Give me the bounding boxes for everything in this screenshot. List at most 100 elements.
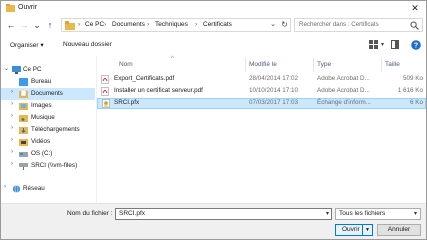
expand-arrow-icon[interactable]: › — [11, 149, 13, 155]
help-icon[interactable]: ? — [411, 40, 421, 50]
sidebar-item-label: Bureau — [31, 78, 52, 85]
organize-button[interactable]: Organiser ▾ — [10, 41, 44, 49]
videos-folder-icon — [19, 139, 28, 146]
file-type: Adobe Acrobat D... — [317, 75, 370, 82]
computer-icon — [12, 66, 21, 74]
file-row[interactable]: Export_Certificats.pdf 28/04/2014 17:02 … — [97, 74, 426, 85]
network-icon — [12, 185, 21, 193]
pdf-file-icon — [101, 75, 109, 84]
sidebar-item-documents[interactable]: › Documents — [1, 88, 95, 100]
search-placeholder: Rechercher dans : Certificats — [299, 21, 379, 28]
file-size: 6 Ko — [410, 99, 423, 106]
breadcrumb-ce-pc[interactable]: Ce PC — [85, 21, 104, 28]
column-headers: ^ Nom Modifié le Type Taille — [97, 56, 426, 72]
file-name: SRCI.pfx — [114, 99, 140, 106]
expand-arrow-icon[interactable]: › — [11, 137, 13, 143]
folder-icon — [65, 21, 75, 30]
column-header-size[interactable]: Taille — [385, 61, 400, 68]
breadcrumb-documents[interactable]: Documents — [112, 21, 145, 28]
bottom-panel: Nom du fichier : SRCI.pfx ▾ Tous les fic… — [1, 203, 426, 239]
back-button[interactable]: ← — [5, 19, 17, 31]
column-divider[interactable] — [381, 58, 382, 72]
file-modified: 10/10/2014 17:10 — [249, 87, 299, 94]
window-title: Ouvrir — [18, 4, 38, 11]
filename-input[interactable]: SRCI.pfx ▾ — [115, 208, 332, 220]
address-bar[interactable]: › Ce PC › Documents › Techniques › Certi… — [61, 18, 291, 32]
recent-locations-button[interactable]: ⌄ — [31, 19, 43, 31]
breadcrumb-separator: › — [104, 21, 107, 28]
file-type: Adobe Acrobat D... — [317, 87, 370, 94]
downloads-folder-icon — [19, 127, 28, 134]
file-size: 509 Ko — [403, 75, 423, 82]
cancel-button-label: Annuler — [387, 226, 411, 233]
preview-pane-icon[interactable] — [391, 40, 399, 49]
breadcrumb-certificats[interactable]: Certificats — [203, 21, 232, 28]
sidebar-item-telechargements[interactable]: › Téléchargements — [1, 124, 95, 136]
expand-arrow-icon[interactable]: › — [11, 89, 13, 95]
refresh-icon[interactable]: ↻ — [281, 20, 288, 29]
close-button[interactable]: ✕ — [408, 1, 422, 15]
documents-folder-icon — [19, 90, 28, 98]
file-modified: 07/03/2017 17:03 — [249, 99, 299, 106]
sidebar-item-ce-pc[interactable]: ⌄ Ce PC — [1, 64, 95, 76]
file-size: 1 616 Ko — [397, 87, 423, 94]
collapse-arrow-icon[interactable]: ⌄ — [4, 65, 9, 72]
address-dropdown-icon[interactable]: ⌄ — [270, 20, 276, 28]
address-row: ← → ⌄ ↑ › Ce PC › Documents › Techniques… — [1, 15, 426, 35]
sidebar-item-label: Ce PC — [23, 66, 42, 73]
sidebar-item-reseau[interactable]: › Réseau — [1, 183, 95, 195]
sidebar-item-images[interactable]: › Images — [1, 100, 95, 112]
file-row[interactable]: Installer un certificat serveur.pdf 10/1… — [97, 86, 426, 97]
sidebar-item-label: Images — [31, 102, 52, 109]
svg-text:?: ? — [414, 43, 418, 50]
open-file-dialog: Ouvrir ✕ ← → ⌄ ↑ › Ce PC › Documents › T… — [0, 0, 427, 240]
view-dropdown-icon[interactable]: ▾ — [381, 41, 384, 48]
open-button-label: Ouvrir — [342, 226, 360, 233]
breadcrumb-techniques[interactable]: Techniques — [155, 21, 188, 28]
column-header-type[interactable]: Type — [317, 61, 331, 68]
expand-arrow-icon[interactable]: › — [11, 161, 13, 167]
drive-icon — [19, 152, 28, 157]
sidebar-item-label: Vidéos — [31, 138, 51, 145]
breadcrumb-separator: › — [147, 21, 150, 28]
sidebar-item-srci[interactable]: › SRCI (\\vm-files) — [1, 160, 95, 172]
column-header-modified[interactable]: Modifié le — [249, 61, 277, 68]
file-row-selected[interactable]: SRCI.pfx 07/03/2017 17:03 Échange d'info… — [97, 98, 426, 109]
search-icon — [410, 21, 419, 30]
sidebar-item-label: SRCI (\\vm-files) — [31, 162, 78, 169]
column-header-name[interactable]: Nom — [119, 61, 133, 68]
view-options-icon[interactable] — [369, 40, 379, 49]
chevron-down-icon: ▾ — [413, 211, 417, 217]
new-folder-button[interactable]: Nouveau dossier — [63, 41, 112, 48]
open-button[interactable]: Ouvrir ▼ — [335, 224, 373, 236]
file-list: ^ Nom Modifié le Type Taille Export_Cert… — [97, 56, 426, 203]
up-button[interactable]: ↑ — [44, 19, 56, 31]
sidebar-item-videos[interactable]: › Vidéos — [1, 136, 95, 148]
forward-button[interactable]: → — [18, 19, 30, 31]
expand-arrow-icon[interactable]: › — [11, 101, 13, 107]
chevron-down-icon[interactable]: ▾ — [326, 210, 329, 217]
command-bar: Organiser ▾ Nouveau dossier ▾ ? — [1, 36, 426, 55]
expand-arrow-icon[interactable]: › — [4, 184, 6, 190]
file-type: Échange d'inform... — [317, 99, 372, 106]
folder-app-icon — [6, 4, 15, 12]
file-type-select[interactable]: Tous les fichiers ▾ — [335, 208, 421, 220]
sidebar-item-bureau[interactable]: Bureau — [1, 76, 95, 88]
sidebar-item-label: Téléchargements — [31, 126, 80, 133]
sidebar-item-musique[interactable]: › Musique — [1, 112, 95, 124]
open-options-dropdown[interactable]: ▼ — [362, 225, 372, 235]
search-box[interactable]: Rechercher dans : Certificats — [294, 18, 423, 32]
column-divider[interactable] — [313, 58, 314, 72]
filename-value: SRCI.pfx — [119, 210, 146, 217]
network-drive-icon — [19, 163, 28, 170]
sidebar-item-os-c[interactable]: › OS (C:) — [1, 148, 95, 160]
images-folder-icon — [19, 103, 28, 110]
cancel-button[interactable]: Annuler — [377, 224, 421, 236]
desktop-folder-icon — [19, 78, 28, 86]
expand-arrow-icon[interactable]: › — [11, 125, 13, 131]
breadcrumb-separator: › — [195, 21, 198, 28]
pdf-file-icon — [101, 87, 109, 96]
column-divider[interactable] — [245, 58, 246, 72]
expand-arrow-icon[interactable]: › — [11, 113, 13, 119]
sidebar-item-label: Réseau — [23, 185, 45, 192]
